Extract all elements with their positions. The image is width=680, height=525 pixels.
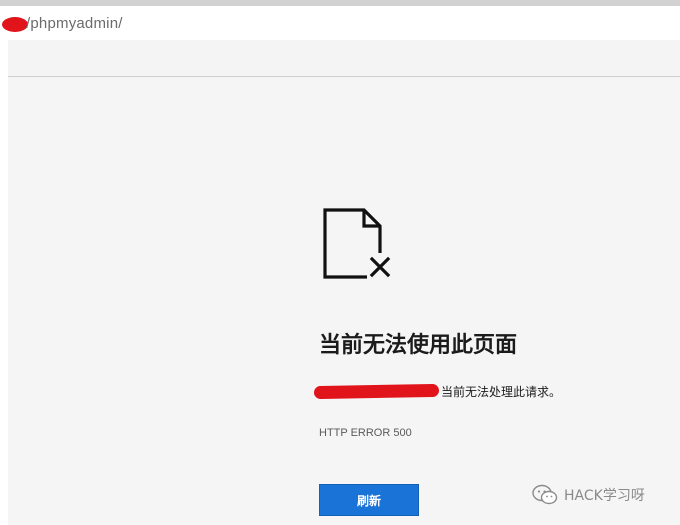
error-code: HTTP ERROR 500 — [319, 427, 412, 439]
page-title: 当前无法使用此页面 — [319, 333, 518, 358]
browser-window: /phpmyadmin/ 当前无法使用此页面 当前无法处理此请求。 HTTP E… — [0, 0, 680, 525]
url-path[interactable]: /phpmyadmin/ — [26, 15, 123, 32]
redacted-site-name — [313, 383, 440, 400]
file-error-icon — [323, 208, 393, 281]
address-bar[interactable]: /phpmyadmin/ — [0, 6, 680, 40]
redacted-host — [2, 17, 28, 32]
refresh-button[interactable]: 刷新 — [319, 484, 419, 516]
error-page: 当前无法使用此页面 当前无法处理此请求。 HTTP ERROR 500 刷新 — [8, 77, 680, 525]
watermark-text: HACK学习呀 — [564, 488, 645, 504]
error-description: 当前无法处理此请求。 — [441, 385, 562, 399]
toolbar-band — [8, 40, 680, 77]
watermark: HACK学习呀 — [532, 484, 645, 506]
wechat-icon — [532, 484, 558, 505]
